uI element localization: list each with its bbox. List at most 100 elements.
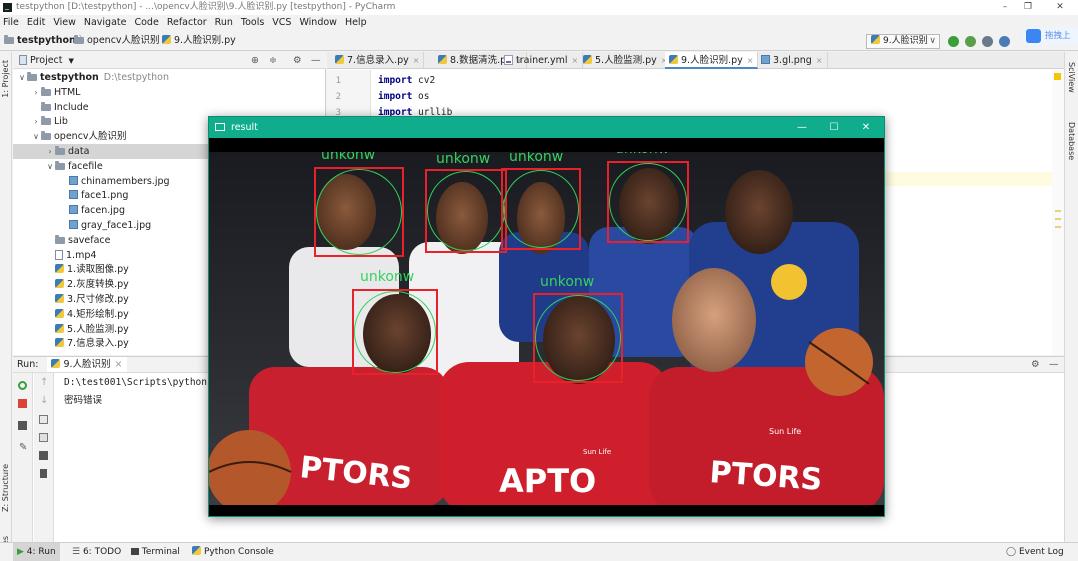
debug-icon[interactable] (965, 36, 976, 47)
editor-tab[interactable]: 9.人脸识别.py × (665, 52, 759, 69)
upload-badge[interactable]: 拖拽上 (1023, 27, 1078, 45)
code-line[interactable]: import cv2 (378, 75, 435, 86)
tree-item-label: testpython (40, 72, 99, 83)
menu-tools[interactable]: Tools (238, 15, 269, 31)
result-window[interactable]: result — ☐ ✕ PTORS APTO PTORS Sun Life S… (208, 116, 885, 517)
structure-tool-tab[interactable]: Z: Structure (1, 464, 10, 512)
scroll-end-icon[interactable] (39, 433, 48, 442)
project-icon (19, 55, 27, 65)
run-icon[interactable] (948, 36, 959, 47)
chevron-right-icon[interactable]: › (31, 85, 41, 100)
tree-item[interactable]: Include (13, 100, 326, 115)
coverage-icon[interactable] (982, 36, 993, 47)
face-label: unkonw (360, 269, 415, 285)
pycharm-logo-icon (3, 3, 12, 12)
trash-icon[interactable] (40, 469, 47, 478)
project-tool-tab[interactable]: 1: Project (1, 60, 10, 98)
close-button[interactable]: ✕ (1045, 0, 1075, 15)
tree-item[interactable]: › HTML (13, 85, 326, 100)
menu-view[interactable]: View (50, 15, 81, 31)
result-minimize-button[interactable]: — (786, 117, 818, 138)
tree-item[interactable]: ∨ testpython D:\testpython (13, 70, 326, 85)
maximize-button[interactable]: ❐ (1013, 0, 1043, 15)
tree-item-label: Include (54, 101, 89, 113)
sciview-tool-tab[interactable]: SciView (1067, 62, 1076, 93)
menu-run[interactable]: Run (212, 15, 238, 31)
menu-refactor[interactable]: Refactor (164, 15, 212, 31)
layout-icon[interactable] (18, 421, 27, 430)
locate-icon[interactable]: ⊕ (251, 52, 259, 69)
menu-window[interactable]: Window (296, 15, 341, 31)
image-file-icon (761, 55, 770, 64)
close-tab-icon[interactable]: × (572, 56, 579, 65)
status-todo[interactable]: ☰ 6: TODO (68, 543, 125, 561)
editor-tab[interactable]: 5.人脸监测.py× (579, 52, 673, 69)
collapse-icon[interactable]: ≑ (269, 52, 277, 69)
code-line[interactable]: import os (378, 91, 430, 102)
gear-icon[interactable]: ⚙ (1031, 357, 1040, 373)
result-close-button[interactable]: ✕ (850, 117, 882, 138)
chevron-down-icon[interactable]: ∨ (17, 70, 27, 85)
face-detection-box (501, 168, 581, 250)
status-event-log[interactable]: ◯ Event Log (1002, 543, 1068, 561)
menu-navigate[interactable]: Navigate (81, 15, 132, 31)
chevron-down-icon[interactable]: ∨ (45, 159, 55, 174)
scroll-marker (1055, 210, 1061, 212)
editor-tab-label: 9.人脸识别.py (681, 55, 743, 66)
result-window-titlebar[interactable]: result — ☐ ✕ (209, 117, 884, 138)
gear-icon[interactable]: ⚙ (293, 52, 302, 69)
database-tool-tab[interactable]: Database (1067, 122, 1076, 160)
hide-icon[interactable]: — (311, 52, 321, 69)
tree-item-label: facen.jpg (81, 205, 125, 217)
print-icon[interactable] (39, 451, 48, 460)
status-run[interactable]: ▶ 4: Run (13, 543, 60, 561)
run-panel-label: Run: (17, 359, 39, 370)
chevron-right-icon[interactable]: › (45, 144, 55, 159)
warning-marker[interactable] (1054, 73, 1061, 80)
project-view-select[interactable]: Project (30, 55, 63, 66)
editor-tab-label: 5.人脸监测.py (595, 55, 657, 66)
soft-wrap-icon[interactable] (39, 415, 48, 424)
tree-item-label: data (68, 146, 90, 157)
chevron-right-icon[interactable]: › (31, 114, 41, 129)
down-arrow-icon[interactable]: ↓ (40, 395, 49, 406)
menu-code[interactable]: Code (131, 15, 163, 31)
up-arrow-icon[interactable]: ↑ (40, 377, 49, 388)
close-tab-icon[interactable]: × (413, 56, 420, 65)
editor-tab[interactable]: 3.gl.png × (757, 52, 828, 69)
menu-help[interactable]: Help (342, 15, 372, 31)
stop-icon[interactable] (18, 399, 27, 408)
editor-tab[interactable]: trainer.yml × (500, 52, 584, 69)
right-tool-strip: SciView Database (1064, 52, 1078, 542)
close-tab-icon[interactable]: × (747, 56, 754, 65)
status-python-console[interactable]: Python Console (188, 543, 278, 561)
menu-file[interactable]: File (0, 15, 24, 31)
yaml-file-icon (504, 55, 513, 65)
hide-icon[interactable]: — (1049, 357, 1059, 373)
pycharm-app: testpython [D:\testpython] - ...\opencv人… (0, 0, 1078, 561)
tree-item-label: face1.png (81, 190, 129, 202)
face-detection-box (425, 169, 507, 253)
menu-vcs[interactable]: VCS (269, 15, 296, 31)
breadcrumb-folder[interactable]: opencv人脸识别 〉 (74, 31, 172, 51)
close-tab-icon[interactable]: × (816, 56, 823, 65)
rerun-icon[interactable] (18, 381, 27, 390)
chevron-down-icon[interactable]: ∨ (31, 129, 41, 144)
profile-icon[interactable] (999, 36, 1010, 47)
folder-icon (27, 72, 37, 81)
menu-edit[interactable]: Edit (24, 15, 50, 31)
window-title: testpython [D:\testpython] - ...\opencv人… (16, 2, 396, 12)
status-terminal[interactable]: Terminal (127, 543, 184, 561)
scroll-marker (1055, 218, 1061, 220)
run-tab[interactable]: 9.人脸识别 × (47, 357, 127, 372)
window-icon (215, 123, 225, 131)
editor-scrollbar[interactable] (1052, 70, 1064, 355)
python-file-icon (669, 55, 678, 64)
breadcrumb-file[interactable]: 9.人脸识别.py (162, 31, 236, 51)
tree-item-label: Lib (54, 116, 68, 128)
folder-icon (41, 86, 51, 96)
result-maximize-button[interactable]: ☐ (818, 117, 850, 138)
pin-icon[interactable]: ✎ (19, 443, 28, 453)
editor-tab[interactable]: 7.信息录入.py × (331, 52, 425, 69)
run-configuration-select[interactable]: 9.人脸识别 ∨ (866, 34, 940, 49)
